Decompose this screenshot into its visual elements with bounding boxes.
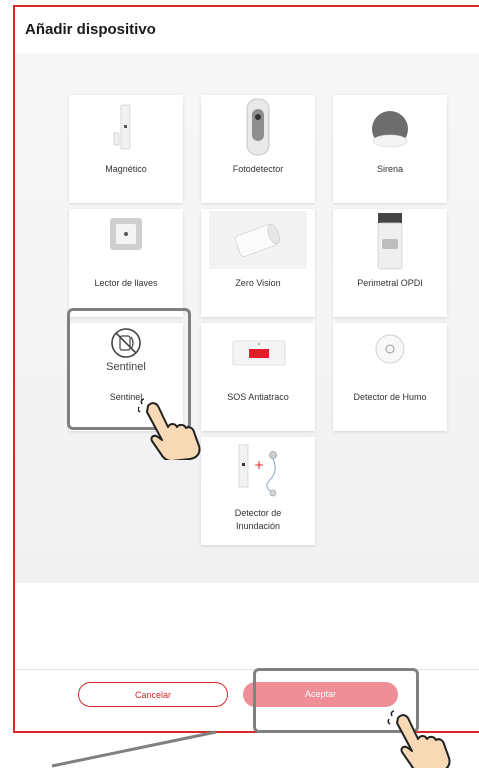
device-label: SOS Antiatraco bbox=[227, 392, 289, 402]
device-label: Lector de llaves bbox=[94, 278, 158, 288]
dialog-title: Añadir dispositivo bbox=[25, 21, 156, 38]
device-tile-detector-humo[interactable]: Detector de Humo bbox=[333, 323, 447, 431]
pointing-hand-icon bbox=[138, 398, 201, 460]
siren-icon bbox=[372, 111, 408, 148]
footer-divider bbox=[15, 669, 479, 670]
magnetic-sensor-icon bbox=[113, 104, 131, 150]
device-label: Fotodetector bbox=[232, 164, 284, 174]
device-label-line2: Inundación bbox=[235, 521, 281, 531]
device-label: Detector de bbox=[234, 508, 282, 518]
device-label: Magnético bbox=[105, 164, 147, 174]
device-tile-sirena[interactable]: Sirena bbox=[333, 95, 447, 203]
smoke-detector-icon bbox=[375, 334, 405, 364]
dialog-header: Añadir dispositivo bbox=[15, 7, 479, 54]
add-device-dialog: Añadir dispositivo Magnético Fotodetecto… bbox=[13, 5, 479, 733]
flood-detector-icon: + bbox=[238, 444, 277, 497]
device-tile-zero-vision[interactable]: Zero Vision bbox=[201, 209, 315, 317]
device-tile-magnetico[interactable]: Magnético bbox=[69, 95, 183, 203]
sentinel-icon-text: Sentinel bbox=[106, 361, 146, 373]
device-grid-area: Magnético Fotodetector Sirena Lector de … bbox=[15, 53, 479, 583]
svg-text:+: + bbox=[254, 458, 264, 472]
device-tile-sos-antiatraco[interactable]: SOS Antiatraco bbox=[201, 323, 315, 431]
device-label: Zero Vision bbox=[235, 278, 281, 288]
perimeter-camera-icon bbox=[377, 213, 403, 270]
device-tile-detector-inundacion[interactable]: + Detector de Inundación bbox=[201, 437, 315, 545]
pointing-hand-icon bbox=[387, 710, 451, 768]
device-tile-fotodetector[interactable]: Fotodetector bbox=[201, 95, 315, 203]
photodetector-icon bbox=[246, 98, 270, 156]
key-reader-icon bbox=[110, 218, 142, 250]
zero-vision-icon bbox=[209, 211, 307, 269]
annotation-line bbox=[51, 730, 217, 768]
device-tile-lector-llaves[interactable]: Lector de llaves bbox=[69, 209, 183, 317]
sos-button-icon bbox=[232, 340, 286, 366]
device-tile-perimetral-opdi[interactable]: Perimetral OPDI bbox=[333, 209, 447, 317]
device-label: Perimetral OPDI bbox=[357, 278, 423, 288]
cancel-button[interactable]: Cancelar bbox=[78, 682, 228, 707]
accept-button[interactable]: Aceptar bbox=[243, 682, 398, 707]
device-label: Sirena bbox=[376, 164, 403, 174]
device-label: Detector de Humo bbox=[353, 392, 427, 402]
sentinel-icon bbox=[111, 328, 141, 358]
